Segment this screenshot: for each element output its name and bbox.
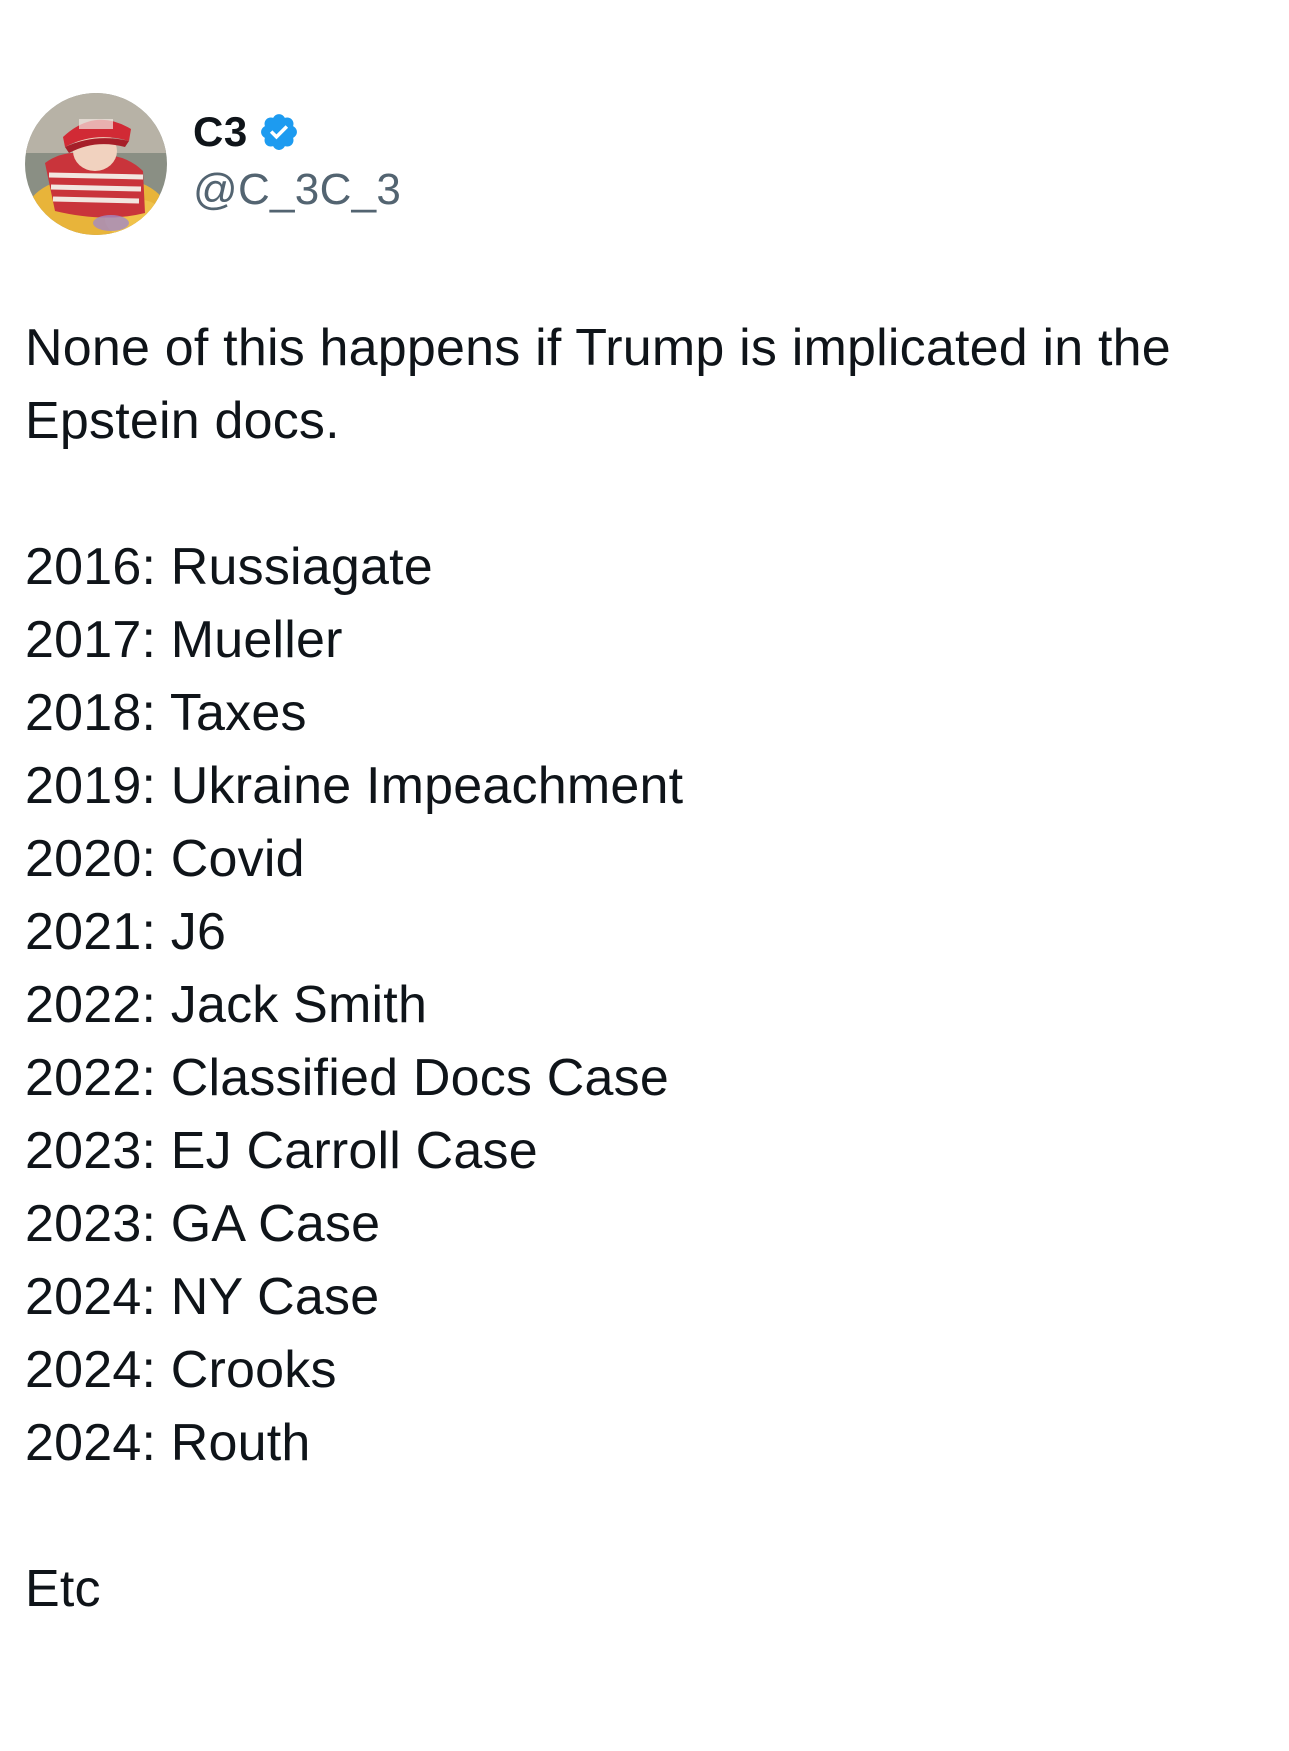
display-name[interactable]: C3 (193, 108, 248, 156)
author-identity: C3 @C_3C_3 (193, 103, 401, 215)
list-item: 2018: Taxes (25, 684, 307, 742)
tweet: C3 @C_3C_3 None of this happens if Trump… (0, 0, 1289, 1751)
verified-badge-icon (258, 111, 300, 153)
name-row: C3 (193, 103, 401, 161)
list-item: 2019: Ukraine Impeachment (25, 757, 684, 815)
avatar[interactable] (25, 93, 167, 235)
tweet-intro: None of this happens if Trump is implica… (25, 319, 1171, 450)
list-item: 2024: NY Case (25, 1268, 380, 1326)
list-item: 2020: Covid (25, 830, 305, 888)
tweet-header: C3 @C_3C_3 (25, 93, 401, 235)
list-item: 2023: EJ Carroll Case (25, 1122, 538, 1180)
list-item: 2023: GA Case (25, 1195, 381, 1253)
list-item: 2016: Russiagate (25, 538, 433, 596)
list-item: 2022: Classified Docs Case (25, 1049, 669, 1107)
timeline-list: 2016: Russiagate 2017: Mueller 2018: Tax… (25, 531, 1265, 1480)
list-item: 2022: Jack Smith (25, 976, 428, 1034)
list-item: 2024: Routh (25, 1414, 311, 1472)
avatar-image (25, 93, 167, 235)
tweet-outro: Etc (25, 1560, 101, 1618)
user-handle[interactable]: @C_3C_3 (193, 165, 401, 215)
list-item: 2021: J6 (25, 903, 227, 961)
list-item: 2017: Mueller (25, 611, 343, 669)
tweet-text: None of this happens if Trump is implica… (25, 312, 1265, 1626)
list-item: 2024: Crooks (25, 1341, 337, 1399)
